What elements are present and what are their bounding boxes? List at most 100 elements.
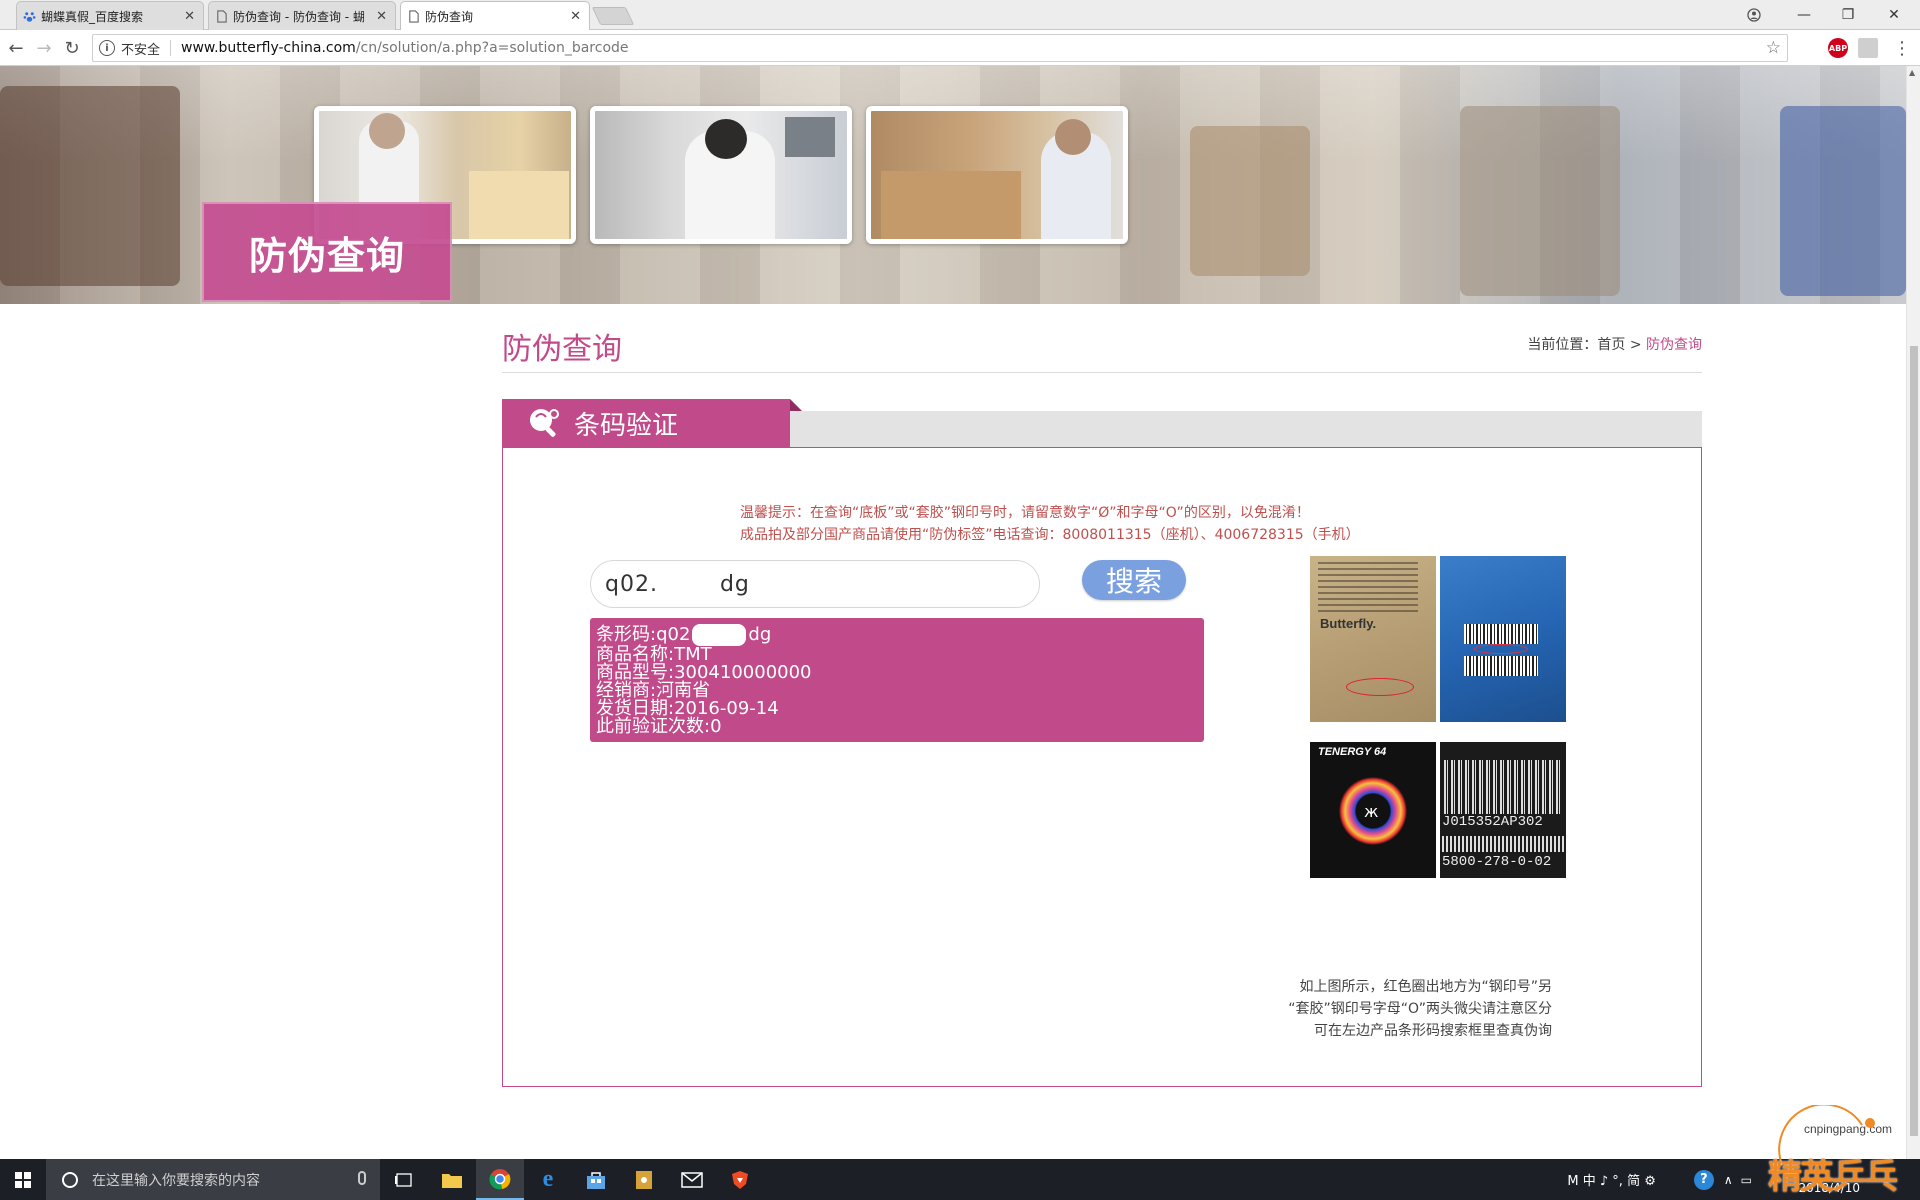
mail-icon <box>681 1171 703 1188</box>
breadcrumb-separator: > <box>1629 337 1642 353</box>
taskbar-brave[interactable] <box>716 1159 764 1200</box>
cortana-icon <box>62 1171 78 1188</box>
battery-icon[interactable]: ▭ <box>1741 1173 1752 1187</box>
notice-text: 温馨提示：在查询“底板”或“套胶”钢印号时，请留意数字“Ø”和字母“O”的区别，… <box>740 502 1360 546</box>
baidu-paw-icon <box>23 12 36 22</box>
header-banner: 防伪查询 <box>0 66 1906 304</box>
url-host: www.butterfly-china.com <box>181 40 356 56</box>
banner-box <box>1460 106 1620 296</box>
taskbar-file-explorer[interactable] <box>428 1159 476 1200</box>
security-label: 不安全 <box>121 42 161 58</box>
scroll-up-icon[interactable]: ▲ <box>1909 68 1915 77</box>
bell-note-icon <box>636 1170 652 1189</box>
close-icon[interactable]: ✕ <box>376 9 387 24</box>
taskbar-search-box[interactable]: 在这里输入你要搜索的内容 <box>46 1159 380 1200</box>
barcode-text-2: 5800-278-0-02 <box>1442 854 1552 870</box>
jingying-pingpang-watermark: 精英乒乓网 <box>1752 1103 1912 1200</box>
windows-start-button[interactable] <box>0 1159 46 1200</box>
barcode-search-input[interactable]: q02. dg <box>590 560 1040 608</box>
star-icon[interactable]: ☆ <box>1766 38 1781 58</box>
taskbar-notes-app[interactable] <box>620 1159 668 1200</box>
url-path: /cn/solution/a.php?a=solution_barcode <box>355 40 629 56</box>
breadcrumb-home-link[interactable]: 首页 <box>1597 337 1625 353</box>
info-icon[interactable]: i <box>99 40 115 56</box>
browser-toolbar: ← → ↻ i 不安全 www.butterfly-china.com/cn/s… <box>0 30 1920 66</box>
reload-button[interactable]: ↻ <box>60 36 84 60</box>
breadcrumb-current-link[interactable]: 防伪查询 <box>1646 337 1702 353</box>
forward-button[interactable]: → <box>32 36 56 60</box>
taskbar-chrome[interactable] <box>476 1159 524 1200</box>
notice-line-2: 成品拍及部分国产商品请使用“防伪标签”电话查询：8008011315（座机）、4… <box>740 527 1360 543</box>
chrome-icon <box>489 1168 511 1189</box>
microphone-icon[interactable] <box>358 1171 366 1185</box>
restore-button[interactable]: ❐ <box>1826 0 1870 30</box>
tab-barcode-verify[interactable]: 条码验证 <box>502 399 802 447</box>
tab-title: 条码验证 <box>574 410 679 441</box>
blade-stamp-photo: Butterfly. <box>1310 556 1436 722</box>
banner-box <box>1190 126 1310 276</box>
result-line-barcode: 条形码:q02 dg <box>596 624 1198 646</box>
rubber-barcode-photo: J015352AP302 5800-278-0-02 <box>1440 742 1566 878</box>
redaction-mask <box>692 624 747 646</box>
minimize-button[interactable]: — <box>1782 0 1826 30</box>
web-page: 防伪查询 防伪查询 当前位置：首页 > 防伪查询 条码验证 温馨提示：在查询“底… <box>0 66 1906 1159</box>
result-key: 此前验证次数: <box>596 716 711 737</box>
profile-icon[interactable] <box>1732 0 1776 30</box>
tab-label: 蝴蝶真假_百度搜索 <box>41 9 144 24</box>
breadcrumb-prefix: 当前位置： <box>1527 337 1598 353</box>
address-bar[interactable]: i 不安全 www.butterfly-china.com/cn/solutio… <box>92 34 1788 62</box>
lion-shield-icon <box>732 1170 748 1189</box>
store-icon <box>587 1171 605 1189</box>
caption-line-2: “套胶”钢印号字母“O”两头微尖请注意区分 <box>1288 1001 1552 1017</box>
banner-title: 防伪查询 <box>248 233 405 278</box>
divider <box>170 40 172 56</box>
close-window-button[interactable]: ✕ <box>1872 0 1916 30</box>
barcode-text-1: J015352AP302 <box>1442 814 1543 830</box>
taskbar-search-placeholder: 在这里输入你要搜索的内容 <box>92 1172 260 1189</box>
taskbar-store[interactable] <box>572 1159 620 1200</box>
chevron-up-icon[interactable]: ∧ <box>1724 1173 1733 1187</box>
banner-shelf <box>0 86 180 286</box>
task-view-icon <box>395 1172 412 1187</box>
cast-icon[interactable] <box>1858 38 1878 58</box>
factory-photo-3 <box>866 106 1128 244</box>
factory-photo-2 <box>590 106 852 244</box>
vertical-scrollbar[interactable]: ▲ <box>1906 66 1920 1159</box>
reference-caption: 如上图所示，红色圈出地方为“钢印号”另 “套胶”钢印号字母“O”两头微尖请注意区… <box>1288 976 1552 1042</box>
ime-indicator[interactable]: M 中 ♪ °, 简 ⚙ <box>1567 1170 1655 1189</box>
close-icon[interactable]: ✕ <box>184 9 195 24</box>
taskbar-mail[interactable] <box>668 1159 716 1200</box>
result-key: 条形码: <box>596 624 657 645</box>
tab-anticounterfeit-active[interactable]: 防伪查询 ✕ <box>400 1 590 31</box>
new-tab-button[interactable] <box>591 7 635 25</box>
tab-label: 防伪查询 <box>425 10 474 24</box>
tenergy-label: TENERGY 64 <box>1318 746 1387 758</box>
redaction-mask <box>657 574 720 594</box>
breadcrumb: 当前位置：首页 > 防伪查询 <box>1527 334 1702 354</box>
watermark-text: 精英乒乓网 <box>1768 1157 1898 1197</box>
tab-baidu-search[interactable]: 蝴蝶真假_百度搜索 ✕ <box>16 1 204 30</box>
windows-taskbar: 在这里输入你要搜索的内容 e M 中 ♪ °, 简 ⚙ ? ∧ ▭ 2018/4… <box>0 1159 1920 1200</box>
search-button[interactable]: 搜索 <box>1082 560 1186 600</box>
help-icon[interactable]: ? <box>1693 1169 1714 1190</box>
rubber-box-barcode-photo <box>1440 556 1566 722</box>
result-line-verify-count: 此前验证次数:0 <box>596 718 1198 736</box>
divider <box>502 372 1702 373</box>
close-icon[interactable]: ✕ <box>570 9 581 24</box>
adblock-plus-icon[interactable]: ABP <box>1828 38 1848 58</box>
task-view-button[interactable] <box>380 1159 428 1200</box>
document-icon <box>409 10 419 23</box>
edge-icon: e <box>542 1166 554 1192</box>
verification-result: 条形码:q02 dg 商品名称:TMT 商品型号:300410000000 经销商… <box>590 618 1204 742</box>
back-button[interactable]: ← <box>4 36 28 60</box>
scrollbar-thumb[interactable] <box>1910 346 1918 1136</box>
caption-line-3: 可在左边产品条形码搜索框里查真伪询 <box>1314 1023 1552 1039</box>
caption-line-1: 如上图所示，红色圈出地方为“钢印号”另 <box>1299 979 1552 995</box>
banner-worker <box>1780 106 1906 296</box>
taskbar-edge[interactable]: e <box>524 1159 572 1200</box>
folder-icon <box>442 1173 462 1188</box>
tab-anticounterfeit-1[interactable]: 防伪查询 - 防伪查询 - 蝴 ✕ <box>208 1 396 30</box>
result-value: 0 <box>710 716 722 737</box>
menu-icon[interactable]: ⋮ <box>1890 36 1914 60</box>
ping-pong-paddle-icon <box>530 409 559 437</box>
